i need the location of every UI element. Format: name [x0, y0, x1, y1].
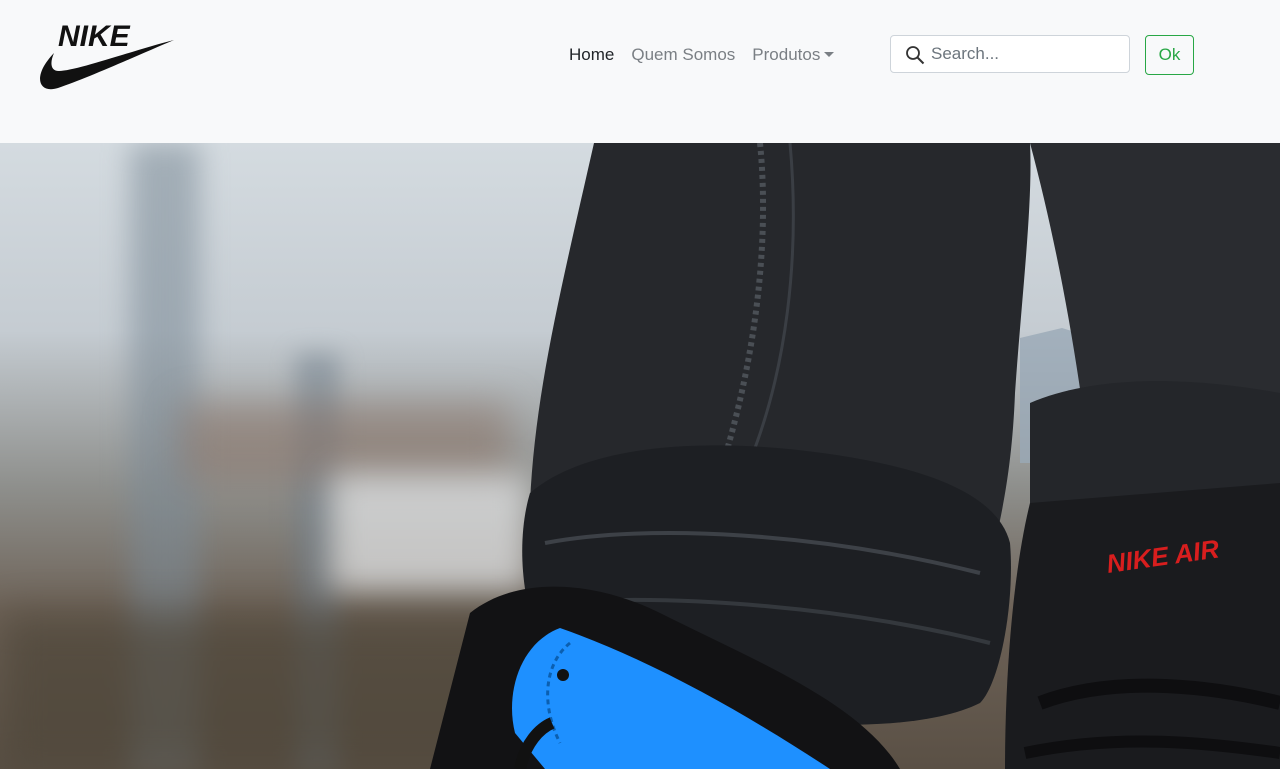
main-nav: Home Quem Somos Produtos: [569, 43, 851, 67]
search-icon: [906, 46, 925, 65]
search-box: [890, 35, 1130, 73]
nav-produtos-dropdown[interactable]: Produtos: [752, 43, 835, 67]
nike-swoosh-icon: NIKE: [40, 20, 175, 90]
svg-text:NIKE: NIKE: [58, 20, 131, 53]
ok-button[interactable]: Ok: [1145, 35, 1194, 75]
nav-quem-somos-link[interactable]: Quem Somos: [631, 43, 735, 67]
sneaker-photo: NIKE AIR: [430, 143, 1280, 769]
nav-produtos-label: Produtos: [752, 45, 821, 64]
hero-photo: NIKE AIR: [0, 143, 1280, 769]
navbar: NIKE Home Quem Somos Produtos Ok: [0, 0, 1280, 143]
caret-down-icon: [824, 52, 835, 57]
nike-logo[interactable]: NIKE: [36, 18, 176, 92]
search-input[interactable]: [931, 36, 1121, 72]
nav-home-link[interactable]: Home: [569, 43, 614, 67]
